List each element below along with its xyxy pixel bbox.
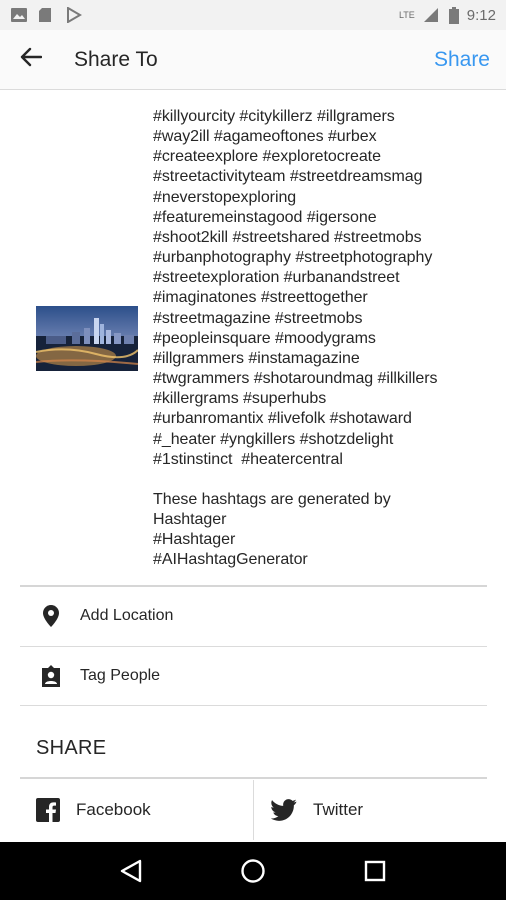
- battery-icon: [448, 7, 459, 24]
- divider: [20, 705, 487, 706]
- sd-card-icon: [38, 7, 56, 23]
- facebook-share-toggle[interactable]: Facebook: [36, 780, 151, 840]
- nav-recents-icon: [364, 860, 386, 882]
- share-section-heading: SHARE: [36, 737, 107, 759]
- nav-back-button[interactable]: [111, 851, 151, 891]
- back-button[interactable]: [0, 30, 62, 90]
- facebook-label: Facebook: [76, 800, 151, 819]
- status-notifications: [10, 6, 84, 24]
- twitter-label: Twitter: [313, 800, 364, 819]
- page-title: Share To: [74, 47, 158, 71]
- status-bar: LTE 9:12: [0, 0, 506, 30]
- add-location-label: Add Location: [80, 607, 174, 624]
- caption-text[interactable]: #killyourcity #citykillerz #illgramers #…: [153, 107, 498, 571]
- divider: [20, 777, 487, 779]
- tag-person-icon: [36, 661, 66, 691]
- facebook-icon: [36, 798, 60, 822]
- add-location-row[interactable]: Add Location: [20, 587, 487, 645]
- twitter-icon: [271, 799, 297, 821]
- play-store-icon: [66, 6, 84, 24]
- location-pin-icon: [36, 601, 66, 631]
- system-nav-bar: [0, 842, 506, 900]
- tag-people-row[interactable]: Tag People: [20, 647, 487, 705]
- app-bar: Share To Share: [0, 30, 506, 90]
- signal-icon: [423, 7, 441, 23]
- status-indicators: LTE 9:12: [399, 7, 496, 24]
- post-thumbnail[interactable]: [36, 306, 138, 371]
- gallery-notification-icon: [10, 7, 28, 23]
- twitter-share-toggle[interactable]: Twitter: [271, 780, 363, 840]
- back-arrow-icon: [20, 47, 43, 72]
- tag-people-label: Tag People: [80, 667, 161, 684]
- network-type: LTE: [398, 10, 415, 20]
- city-night-image: [36, 306, 138, 371]
- clock: 9:12: [466, 6, 496, 24]
- nav-home-icon: [240, 858, 266, 884]
- vertical-divider: [253, 780, 254, 840]
- share-button[interactable]: Share: [434, 48, 490, 72]
- nav-recents-button[interactable]: [355, 851, 395, 891]
- nav-home-button[interactable]: [233, 851, 273, 891]
- caption-area: #killyourcity #citykillerz #illgramers #…: [0, 91, 506, 586]
- nav-back-icon: [120, 859, 142, 883]
